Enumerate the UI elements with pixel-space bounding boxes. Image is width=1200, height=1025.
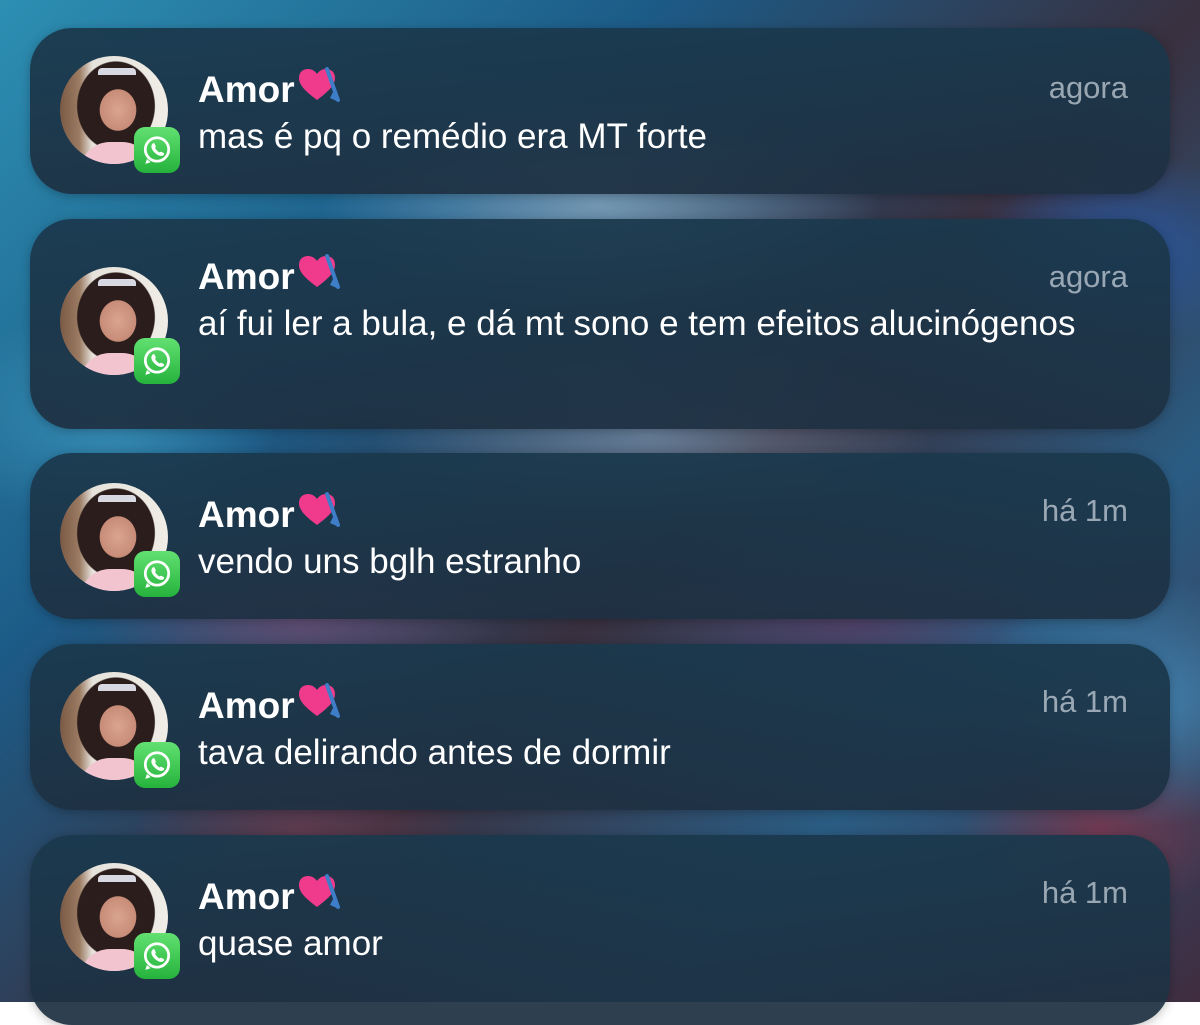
sender-name: Amor: [198, 253, 341, 299]
sender-name: Amor: [198, 682, 341, 728]
whatsapp-icon: [134, 933, 180, 979]
sender-name: Amor: [198, 491, 341, 537]
timestamp: há 1m: [1041, 493, 1128, 528]
sender-name: Amor: [198, 873, 341, 919]
timestamp: agora: [1048, 259, 1128, 294]
notification-card[interactable]: Amor agora mas é pq o remédio era MT for…: [30, 28, 1170, 194]
heart-with-arrow-icon: [298, 874, 340, 909]
sender-label: Amor: [198, 494, 295, 535]
sender-label: Amor: [198, 876, 295, 917]
whatsapp-icon: [134, 551, 180, 597]
sender-label: Amor: [198, 69, 295, 110]
heart-with-arrow-icon: [298, 683, 340, 718]
whatsapp-icon: [134, 127, 180, 173]
whatsapp-icon: [134, 742, 180, 788]
notification-card[interactable]: Amor há 1m vendo uns bglh estranho: [30, 453, 1170, 619]
whatsapp-icon: [134, 338, 180, 384]
heart-with-arrow-icon: [298, 67, 340, 102]
timestamp: há 1m: [1041, 684, 1128, 719]
heart-with-arrow-icon: [298, 254, 340, 289]
message-text: vendo uns bglh estranho: [198, 542, 582, 581]
sender-label: Amor: [198, 685, 295, 726]
notification-card[interactable]: Amor agora aí fui ler a bula, e dá mt so…: [30, 219, 1170, 429]
timestamp: há 1m: [1041, 875, 1128, 910]
heart-with-arrow-icon: [298, 492, 340, 527]
message-text: aí fui ler a bula, e dá mt sono e tem ef…: [198, 304, 1076, 343]
message-text: quase amor: [198, 924, 383, 963]
message-text: tava delirando antes de dormir: [198, 733, 671, 772]
message-text: mas é pq o remédio era MT forte: [198, 117, 708, 156]
notification-card[interactable]: Amor há 1m tava delirando antes de dormi…: [30, 644, 1170, 810]
notification-card[interactable]: Amor há 1m quase amor: [30, 835, 1170, 1025]
sender-label: Amor: [198, 256, 295, 297]
sender-name: Amor: [198, 66, 341, 112]
timestamp: agora: [1048, 70, 1128, 105]
